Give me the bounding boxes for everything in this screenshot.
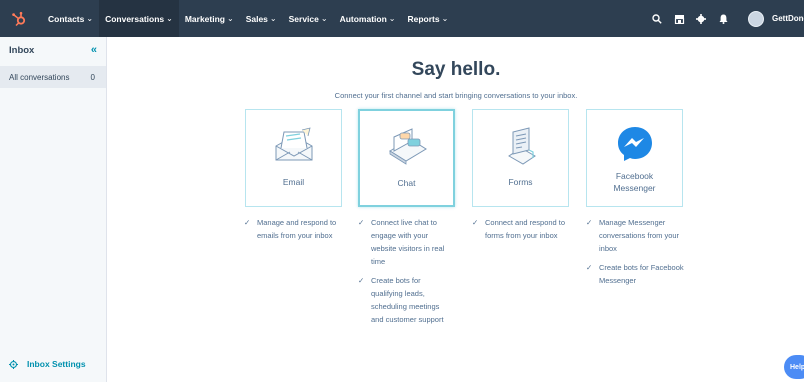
check-icon: ✓ — [586, 263, 593, 272]
forms-illustration-icon — [501, 116, 541, 176]
channel-card-email[interactable]: Email — [245, 109, 342, 207]
chevron-down-icon: ⌄ — [320, 14, 328, 23]
feature-item: ✓ Manage and respond to emails from your … — [244, 218, 337, 240]
nav-service[interactable]: Service ⌄ — [283, 0, 334, 37]
sidebar-item-all-conversations[interactable]: All conversations 0 — [0, 66, 106, 88]
help-button[interactable]: Help — [784, 355, 804, 379]
channel-label: Facebook Messenger — [613, 171, 656, 193]
inbox-settings-link[interactable]: Inbox Settings — [9, 359, 86, 369]
nav-sales[interactable]: Sales ⌄ — [240, 0, 283, 37]
top-navigation-bar: Contacts ⌄ Conversations ⌄ Marketing ⌄ Sale… — [0, 0, 804, 37]
page-title: Say hello. — [411, 59, 501, 80]
nav-automation[interactable]: Automation ⌄ — [334, 0, 402, 37]
messenger-features: ✓ Manage Messenger conversations from you… — [586, 216, 691, 293]
marketplace-icon[interactable] — [668, 0, 690, 37]
top-right-tools: GettDone — [646, 0, 804, 37]
nav-conversations[interactable]: Conversations ⌄ — [99, 0, 179, 37]
check-icon: ✓ — [244, 218, 251, 227]
chevron-down-icon: ⌄ — [269, 14, 277, 23]
search-icon[interactable] — [646, 0, 668, 37]
email-features: ✓ Manage and respond to emails from your … — [244, 216, 349, 248]
sidebar-item-count: 0 — [90, 72, 95, 82]
feature-item: ✓ Manage Messenger conversations from you… — [586, 218, 680, 253]
chevron-down-icon: ⌄ — [441, 14, 449, 23]
account-name[interactable]: GettDone — [772, 14, 804, 23]
main-nav: Contacts ⌄ Conversations ⌄ Marketing ⌄ Sale… — [42, 0, 454, 37]
chevron-down-icon: ⌄ — [166, 14, 173, 23]
feature-item: ✓ Connect and respond to forms from your … — [472, 218, 566, 240]
avatar[interactable] — [748, 10, 764, 27]
inbox-settings-label: Inbox Settings — [27, 359, 86, 369]
chevron-down-icon: ⌄ — [226, 14, 234, 23]
gear-icon[interactable] — [690, 0, 712, 37]
check-icon: ✓ — [358, 218, 365, 227]
chevron-down-icon: ⌄ — [86, 14, 94, 23]
collapse-sidebar-icon[interactable]: « — [91, 44, 97, 56]
feature-item: ✓ Connect live chat to engage with your w… — [358, 218, 445, 266]
feature-item: ✓ Create bots for qualifying leads, sched… — [358, 276, 444, 324]
sidebar-title: Inbox — [9, 44, 35, 56]
gear-icon — [9, 359, 18, 369]
channel-label: Email — [282, 177, 305, 187]
channel-card-facebook-messenger[interactable]: Facebook Messenger — [586, 109, 683, 207]
sidebar-item-label: All conversations — [9, 72, 70, 82]
main-content: Say hello. Connect your first channel an… — [108, 37, 804, 382]
inbox-sidebar: Inbox « All conversations 0 Inbox Settin… — [0, 37, 107, 382]
email-illustration-icon — [272, 116, 316, 176]
feature-item: ✓ Create bots for Facebook Messenger — [586, 263, 684, 285]
channel-label: Chat — [397, 178, 416, 188]
nav-contacts[interactable]: Contacts ⌄ — [42, 0, 99, 37]
notification-bell-icon[interactable] — [712, 0, 734, 37]
chevron-down-icon: ⌄ — [388, 14, 396, 23]
messenger-icon — [616, 118, 654, 170]
page-subtitle: Connect your first channel and start bri… — [334, 91, 578, 100]
channel-card-chat[interactable]: Chat — [358, 109, 455, 207]
check-icon: ✓ — [472, 218, 479, 227]
channel-card-forms[interactable]: Forms — [472, 109, 569, 207]
hubspot-logo-icon[interactable] — [4, 0, 34, 37]
chat-illustration-icon — [384, 117, 430, 177]
check-icon: ✓ — [586, 218, 593, 227]
nav-marketing[interactable]: Marketing ⌄ — [179, 0, 240, 37]
channel-label: Forms — [508, 177, 533, 187]
nav-reports[interactable]: Reports ⌄ — [401, 0, 454, 37]
forms-features: ✓ Connect and respond to forms from your … — [472, 216, 567, 248]
sidebar-header: Inbox « — [0, 37, 106, 63]
chat-features: ✓ Connect live chat to engage with your w… — [358, 216, 453, 332]
check-icon: ✓ — [358, 276, 365, 285]
